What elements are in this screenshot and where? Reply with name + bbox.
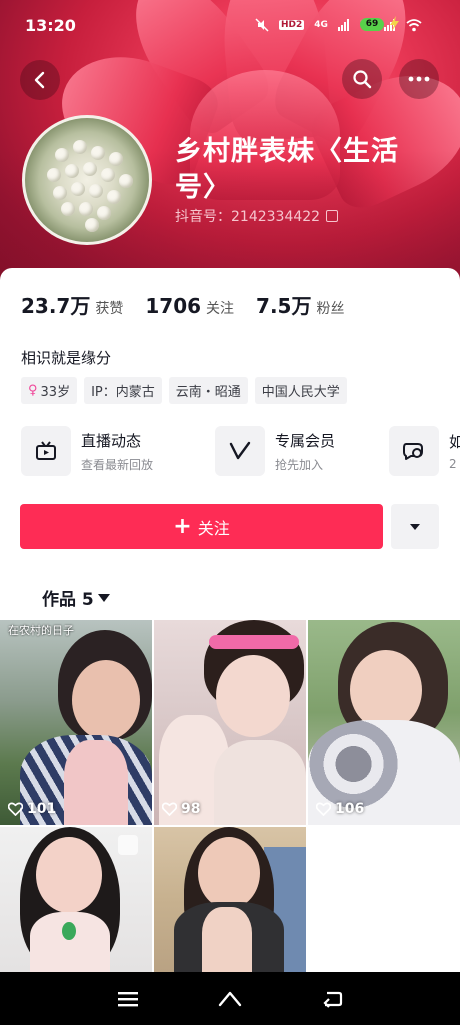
video-thumbnail[interactable] — [154, 827, 306, 972]
copy-icon[interactable] — [326, 210, 339, 222]
video-caption: 在农村的日子 — [8, 624, 74, 637]
recommend-dropdown-button[interactable] — [391, 504, 439, 549]
battery-indicator: 69 — [360, 18, 384, 31]
like-count: 101 — [27, 801, 57, 817]
feature-title: 专属会员 — [275, 431, 336, 450]
profile-stats: 23.7万 获赞 1706 关注 7.5万 粉丝 — [21, 290, 366, 319]
feature-icon-box — [21, 426, 71, 476]
back-nav-button[interactable] — [317, 984, 347, 1014]
tag-school[interactable]: 中国人民大学 — [254, 377, 347, 404]
tag-location[interactable]: 云南・昭通 — [168, 377, 248, 404]
feature-subtitle: 查看最新回放 — [81, 457, 154, 472]
search-icon — [353, 70, 372, 89]
back-button[interactable] — [20, 60, 60, 100]
plus-icon: + — [173, 513, 192, 539]
tag-age: ♀ 33岁 — [21, 377, 78, 404]
tv-icon — [36, 441, 56, 460]
tag-label: 云南・昭通 — [175, 385, 241, 400]
tag-label: 中国人民大学 — [261, 385, 340, 400]
follow-label: 关注 — [197, 518, 230, 538]
stat-value: 1706 — [145, 294, 202, 318]
tag-label: 33岁 — [40, 385, 71, 400]
more-button[interactable] — [399, 59, 439, 99]
profile-tags: ♀ 33岁 IP：内蒙古 云南・昭通 中国人民大学 — [21, 377, 347, 404]
feature-subtitle: 抢先加入 — [275, 457, 324, 472]
hd-indicator: HD2 — [279, 20, 305, 30]
feature-subtitle: 2 — [449, 457, 457, 471]
stat-likes[interactable]: 23.7万 获赞 — [21, 290, 123, 319]
feature-title: 如 — [449, 433, 460, 451]
heart-icon — [8, 802, 23, 816]
more-dots-icon — [408, 76, 430, 82]
profile-name: 乡村胖表妹〈生活号〉 — [175, 136, 399, 203]
feature-live[interactable]: 直播动态 查看最新回放 — [21, 426, 153, 476]
video-thumbnail[interactable]: 98 — [154, 620, 306, 825]
like-count: 106 — [335, 801, 365, 817]
stat-label: 关注 — [206, 301, 235, 317]
tag-ip: IP：内蒙古 — [84, 377, 162, 404]
back-arrow-icon — [34, 71, 45, 89]
douyin-id-text: 抖音号：2142334422 — [175, 209, 321, 225]
stat-value: 23.7万 — [21, 294, 91, 318]
chat-bubble-icon — [403, 443, 423, 460]
charging-icon — [390, 16, 399, 31]
caret-down-icon — [97, 593, 110, 602]
female-icon: ♀ — [28, 383, 38, 398]
v-badge-icon — [229, 441, 251, 460]
feature-icon-box — [389, 426, 439, 476]
menu-icon — [118, 992, 138, 1007]
tab-works[interactable]: 作品 5 — [42, 585, 110, 610]
feature-row: 直播动态 查看最新回放 专属会员 抢先加入 如 2 — [21, 426, 460, 480]
home-icon — [218, 991, 242, 1007]
video-thumbnail[interactable] — [0, 827, 152, 972]
menu-button[interactable] — [113, 984, 143, 1014]
signal-icon — [337, 19, 349, 31]
stat-followers[interactable]: 7.5万 粉丝 — [256, 290, 344, 319]
video-likes: 101 — [8, 801, 56, 817]
multi-image-icon — [118, 835, 138, 855]
heart-icon — [316, 802, 331, 816]
mute-icon — [255, 18, 269, 32]
feature-icon-box — [215, 426, 265, 476]
stat-following[interactable]: 1706 关注 — [145, 294, 234, 318]
feature-membership[interactable]: 专属会员 抢先加入 — [215, 426, 335, 476]
4g-indicator: 4G — [314, 20, 328, 30]
status-bar: 13:20 HD2 4G 5G 69 — [0, 0, 460, 50]
wifi-icon — [405, 18, 422, 31]
stat-label: 粉丝 — [316, 301, 345, 317]
system-nav-bar — [0, 972, 460, 1025]
caret-down-icon — [410, 523, 420, 530]
feature-chat[interactable]: 如 2 — [389, 426, 460, 476]
back-icon — [323, 991, 343, 1008]
profile-bio: 相识就是缘分 — [21, 349, 112, 367]
feature-title: 直播动态 — [81, 431, 142, 450]
search-button[interactable] — [342, 59, 382, 99]
status-time: 13:20 — [25, 16, 76, 35]
like-count: 98 — [181, 801, 201, 817]
tag-label: IP：内蒙古 — [91, 385, 155, 400]
video-thumbnail[interactable]: 在农村的日子 101 — [0, 620, 152, 825]
video-thumbnail[interactable]: 106 — [308, 620, 460, 825]
home-button[interactable] — [215, 984, 245, 1014]
stat-value: 7.5万 — [256, 294, 312, 318]
stat-label: 获赞 — [95, 301, 124, 317]
video-likes: 98 — [162, 801, 200, 817]
works-tab-label: 作品 5 — [42, 590, 94, 610]
follow-button[interactable]: + 关注 — [20, 504, 383, 549]
video-likes: 106 — [316, 801, 364, 817]
avatar[interactable] — [22, 115, 152, 245]
douyin-id[interactable]: 抖音号：2142334422 — [175, 206, 339, 226]
heart-icon — [162, 802, 177, 816]
